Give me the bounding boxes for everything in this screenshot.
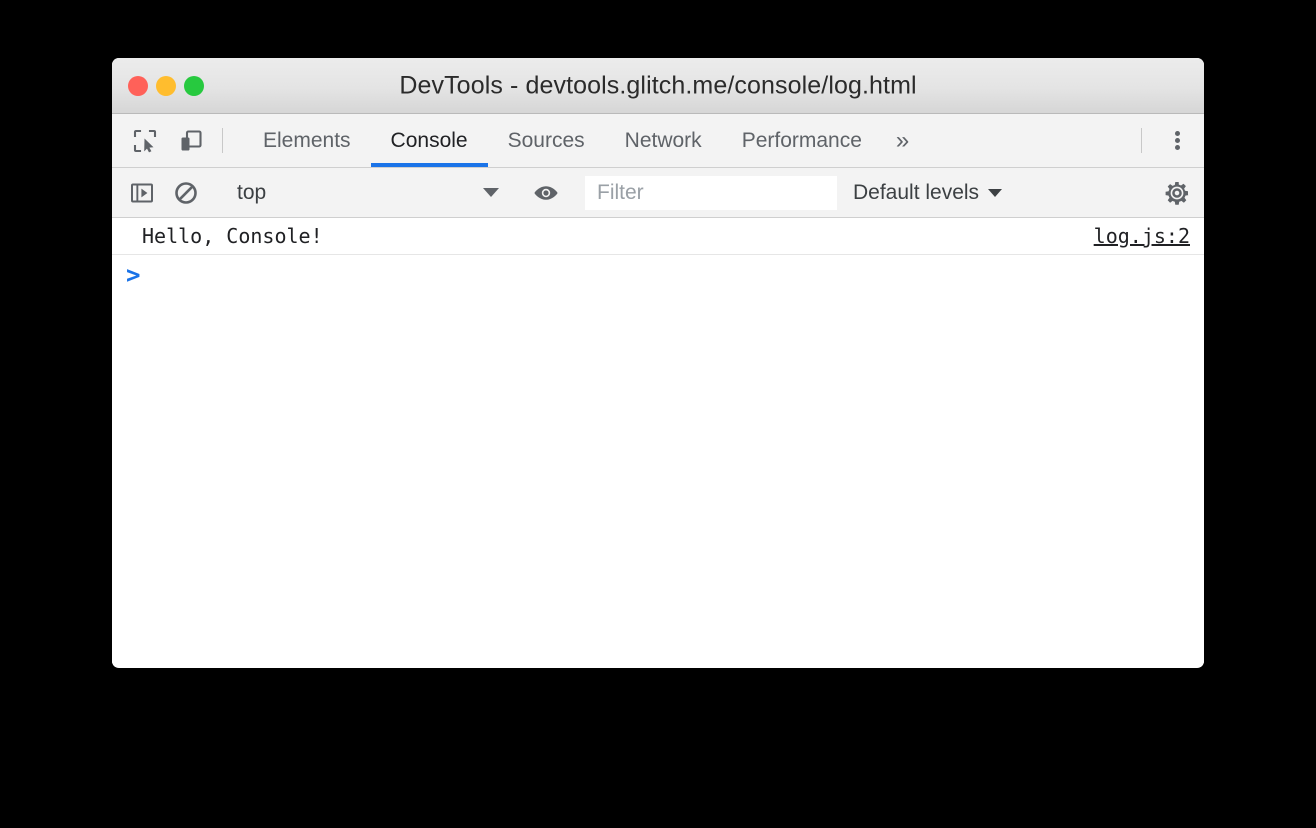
console-sidebar-toggle-icon	[129, 180, 155, 206]
traffic-light-buttons	[128, 75, 204, 96]
console-message-row[interactable]: Hello, Console! log.js:2	[112, 218, 1204, 255]
tab-console[interactable]: Console	[370, 114, 488, 167]
clear-console-button[interactable]	[164, 180, 208, 206]
devtools-window: DevTools - devtools.glitch.me/console/lo…	[112, 58, 1204, 668]
clear-console-icon	[173, 180, 199, 206]
toolbar-divider-right	[1141, 128, 1142, 153]
close-window-button[interactable]	[128, 75, 148, 96]
panel-tabs: Elements Console Sources Network Perform…	[243, 114, 923, 167]
tab-sources[interactable]: Sources	[488, 114, 605, 167]
tab-elements-label: Elements	[263, 128, 351, 152]
log-level-label: Default levels	[853, 180, 980, 204]
chevron-down-icon	[483, 188, 499, 197]
tab-sources-label: Sources	[507, 128, 585, 152]
tab-network-label: Network	[624, 128, 702, 152]
console-filter-input[interactable]: Filter	[585, 175, 837, 210]
console-toolbar-right	[1133, 178, 1204, 208]
window-title: DevTools - devtools.glitch.me/console/lo…	[399, 71, 917, 99]
double-chevron-right-icon: »	[895, 126, 910, 154]
toolbar-divider	[222, 128, 223, 153]
live-expression-eye-icon	[532, 180, 560, 206]
console-prompt-row[interactable]: >	[112, 255, 1204, 295]
context-selector-value: top	[237, 180, 267, 204]
window-titlebar: DevTools - devtools.glitch.me/console/lo…	[112, 58, 1204, 114]
inspect-element-icon	[132, 128, 158, 154]
console-prompt-input[interactable]	[140, 255, 1204, 295]
chevron-down-icon	[988, 188, 1003, 197]
console-settings-button[interactable]	[1150, 178, 1204, 208]
javascript-context-selector[interactable]: top	[225, 181, 507, 205]
maximize-window-button[interactable]	[184, 75, 204, 96]
tab-console-label: Console	[390, 128, 468, 152]
console-message-area[interactable]: Hello, Console! log.js:2 >	[112, 218, 1204, 667]
console-message-text: Hello, Console!	[142, 224, 323, 248]
tab-performance-label: Performance	[741, 128, 862, 152]
minimize-window-button[interactable]	[156, 75, 176, 96]
log-level-selector[interactable]: Default levels	[853, 180, 1003, 205]
inspect-element-button[interactable]	[122, 114, 168, 167]
device-toolbar-icon	[178, 128, 204, 154]
toggle-device-toolbar-button[interactable]	[168, 114, 214, 167]
console-message-source-link[interactable]: log.js:2	[1094, 224, 1190, 248]
devtools-main-toolbar: Elements Console Sources Network Perform…	[112, 114, 1204, 168]
console-prompt-caret-icon: >	[126, 261, 141, 289]
create-live-expression-button[interactable]	[524, 180, 568, 206]
main-toolbar-right	[1133, 114, 1204, 167]
settings-gear-icon	[1162, 178, 1192, 208]
console-filter-placeholder: Filter	[597, 180, 644, 204]
kebab-menu-icon	[1174, 129, 1180, 152]
tab-performance[interactable]: Performance	[722, 114, 882, 167]
more-tabs-button[interactable]: »	[882, 114, 923, 167]
customize-devtools-button[interactable]	[1150, 114, 1204, 167]
console-sidebar-toggle-button[interactable]	[120, 180, 164, 206]
tab-elements[interactable]: Elements	[243, 114, 371, 167]
console-toolbar: top Filter Default levels	[112, 168, 1204, 218]
tab-network[interactable]: Network	[605, 114, 722, 167]
